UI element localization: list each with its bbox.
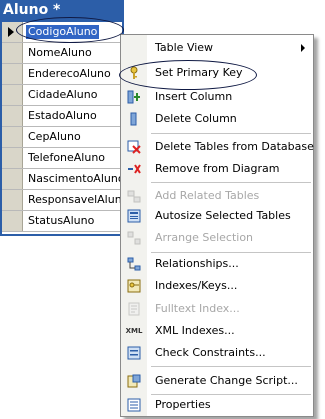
context-menu: Table View Set Primary Key Insert Column…	[120, 34, 314, 417]
arrange-icon	[126, 230, 142, 246]
menu-separator	[151, 182, 311, 183]
column-row[interactable]: StatusAluno	[2, 211, 122, 232]
column-row[interactable]: CidadeAluno	[2, 85, 122, 106]
menu-item-label: Add Related Tables	[155, 189, 260, 202]
delete-column-icon	[126, 111, 142, 127]
menu-item-indexes-keys[interactable]: Indexes/Keys...	[121, 275, 313, 297]
column-row[interactable]: CepAluno	[2, 127, 122, 148]
menu-item-label: Indexes/Keys...	[155, 279, 238, 292]
row-selector[interactable]	[2, 106, 23, 126]
menu-separator	[151, 133, 311, 134]
constraints-icon	[126, 345, 142, 361]
row-selector[interactable]	[2, 148, 23, 168]
menu-item-check-constraints[interactable]: Check Constraints...	[121, 342, 313, 364]
menu-item-delete-tables[interactable]: Delete Tables from Database	[121, 136, 314, 158]
menu-item-generate-change-script[interactable]: Generate Change Script...	[121, 370, 313, 392]
submenu-arrow-icon	[301, 44, 305, 52]
column-name[interactable]: StatusAluno	[28, 211, 94, 231]
menu-separator	[151, 366, 311, 367]
row-selector[interactable]	[2, 64, 23, 84]
menu-item-label: Delete Column	[155, 112, 237, 125]
menu-item-properties[interactable]: Properties	[121, 394, 313, 416]
menu-item-table-view[interactable]: Table View	[121, 37, 313, 59]
properties-icon	[126, 397, 142, 413]
menu-item-fulltext-index[interactable]: Fulltext Index...	[121, 298, 313, 320]
relationships-icon	[126, 256, 142, 272]
menu-item-label: XML Indexes...	[155, 324, 235, 337]
row-selector[interactable]	[2, 190, 23, 210]
column-name[interactable]: NascimentoAluno	[28, 169, 125, 189]
menu-item-autosize-selected-tables[interactable]: Autosize Selected Tables	[121, 205, 313, 227]
menu-item-label: Remove from Diagram	[155, 162, 280, 175]
related-tables-icon	[126, 188, 142, 204]
column-row[interactable]: EnderecoAluno	[2, 64, 122, 85]
column-row[interactable]: TelefoneAluno	[2, 148, 122, 169]
menu-item-label: Autosize Selected Tables	[155, 209, 291, 222]
menu-item-remove-from-diagram[interactable]: Remove from Diagram	[121, 158, 313, 180]
fulltext-icon	[126, 301, 142, 317]
menu-item-label: Properties	[155, 398, 211, 411]
menu-item-add-related-tables[interactable]: Add Related Tables	[121, 185, 313, 207]
menu-item-xml-indexes[interactable]: XML XML Indexes...	[121, 320, 313, 342]
menu-item-delete-column[interactable]: Delete Column	[121, 108, 313, 130]
menu-item-label: Generate Change Script...	[155, 374, 298, 387]
highlight-oval-menu-item	[119, 60, 257, 90]
row-selector[interactable]	[2, 85, 23, 105]
row-selector[interactable]	[2, 169, 23, 189]
highlight-oval-column	[16, 17, 124, 43]
menu-item-label: Fulltext Index...	[155, 302, 240, 315]
menu-item-arrange-selection[interactable]: Arrange Selection	[121, 227, 313, 249]
row-selector[interactable]	[2, 211, 23, 231]
column-name[interactable]: EstadoAluno	[28, 106, 97, 126]
script-icon	[126, 373, 142, 389]
menu-item-label: Check Constraints...	[155, 346, 266, 359]
column-name[interactable]: EnderecoAluno	[28, 64, 111, 84]
column-row[interactable]: NascimentoAluno	[2, 169, 125, 190]
column-name[interactable]: TelefoneAluno	[28, 148, 105, 168]
delete-table-icon	[126, 139, 142, 155]
menu-item-label: Arrange Selection	[155, 231, 254, 244]
column-name[interactable]: NomeAluno	[28, 43, 92, 63]
column-name[interactable]: CidadeAluno	[28, 85, 97, 105]
column-grid: CodigoAluno NomeAluno EnderecoAluno Cida…	[2, 22, 128, 234]
column-row[interactable]: NomeAluno	[2, 43, 122, 64]
remove-diagram-icon	[126, 161, 142, 177]
table-title: Aluno *	[3, 2, 61, 18]
menu-item-relationships[interactable]: Relationships...	[121, 253, 313, 275]
autosize-icon	[126, 208, 142, 224]
column-name[interactable]: CepAluno	[28, 127, 81, 147]
menu-item-insert-column[interactable]: Insert Column	[121, 86, 313, 108]
indexes-icon	[126, 278, 142, 294]
xml-icon: XML	[125, 327, 143, 335]
menu-item-label: Table View	[155, 41, 214, 54]
column-name[interactable]: ResponsavelAluno	[28, 190, 128, 210]
row-selector[interactable]	[2, 43, 23, 63]
row-selector[interactable]	[2, 127, 23, 147]
column-row[interactable]: ResponsavelAluno	[2, 190, 128, 211]
column-row[interactable]: EstadoAluno	[2, 106, 122, 127]
menu-item-label: Delete Tables from Database	[155, 140, 314, 153]
insert-column-icon	[126, 89, 142, 105]
menu-item-label: Relationships...	[155, 257, 239, 270]
current-row-arrow-icon	[8, 27, 14, 37]
